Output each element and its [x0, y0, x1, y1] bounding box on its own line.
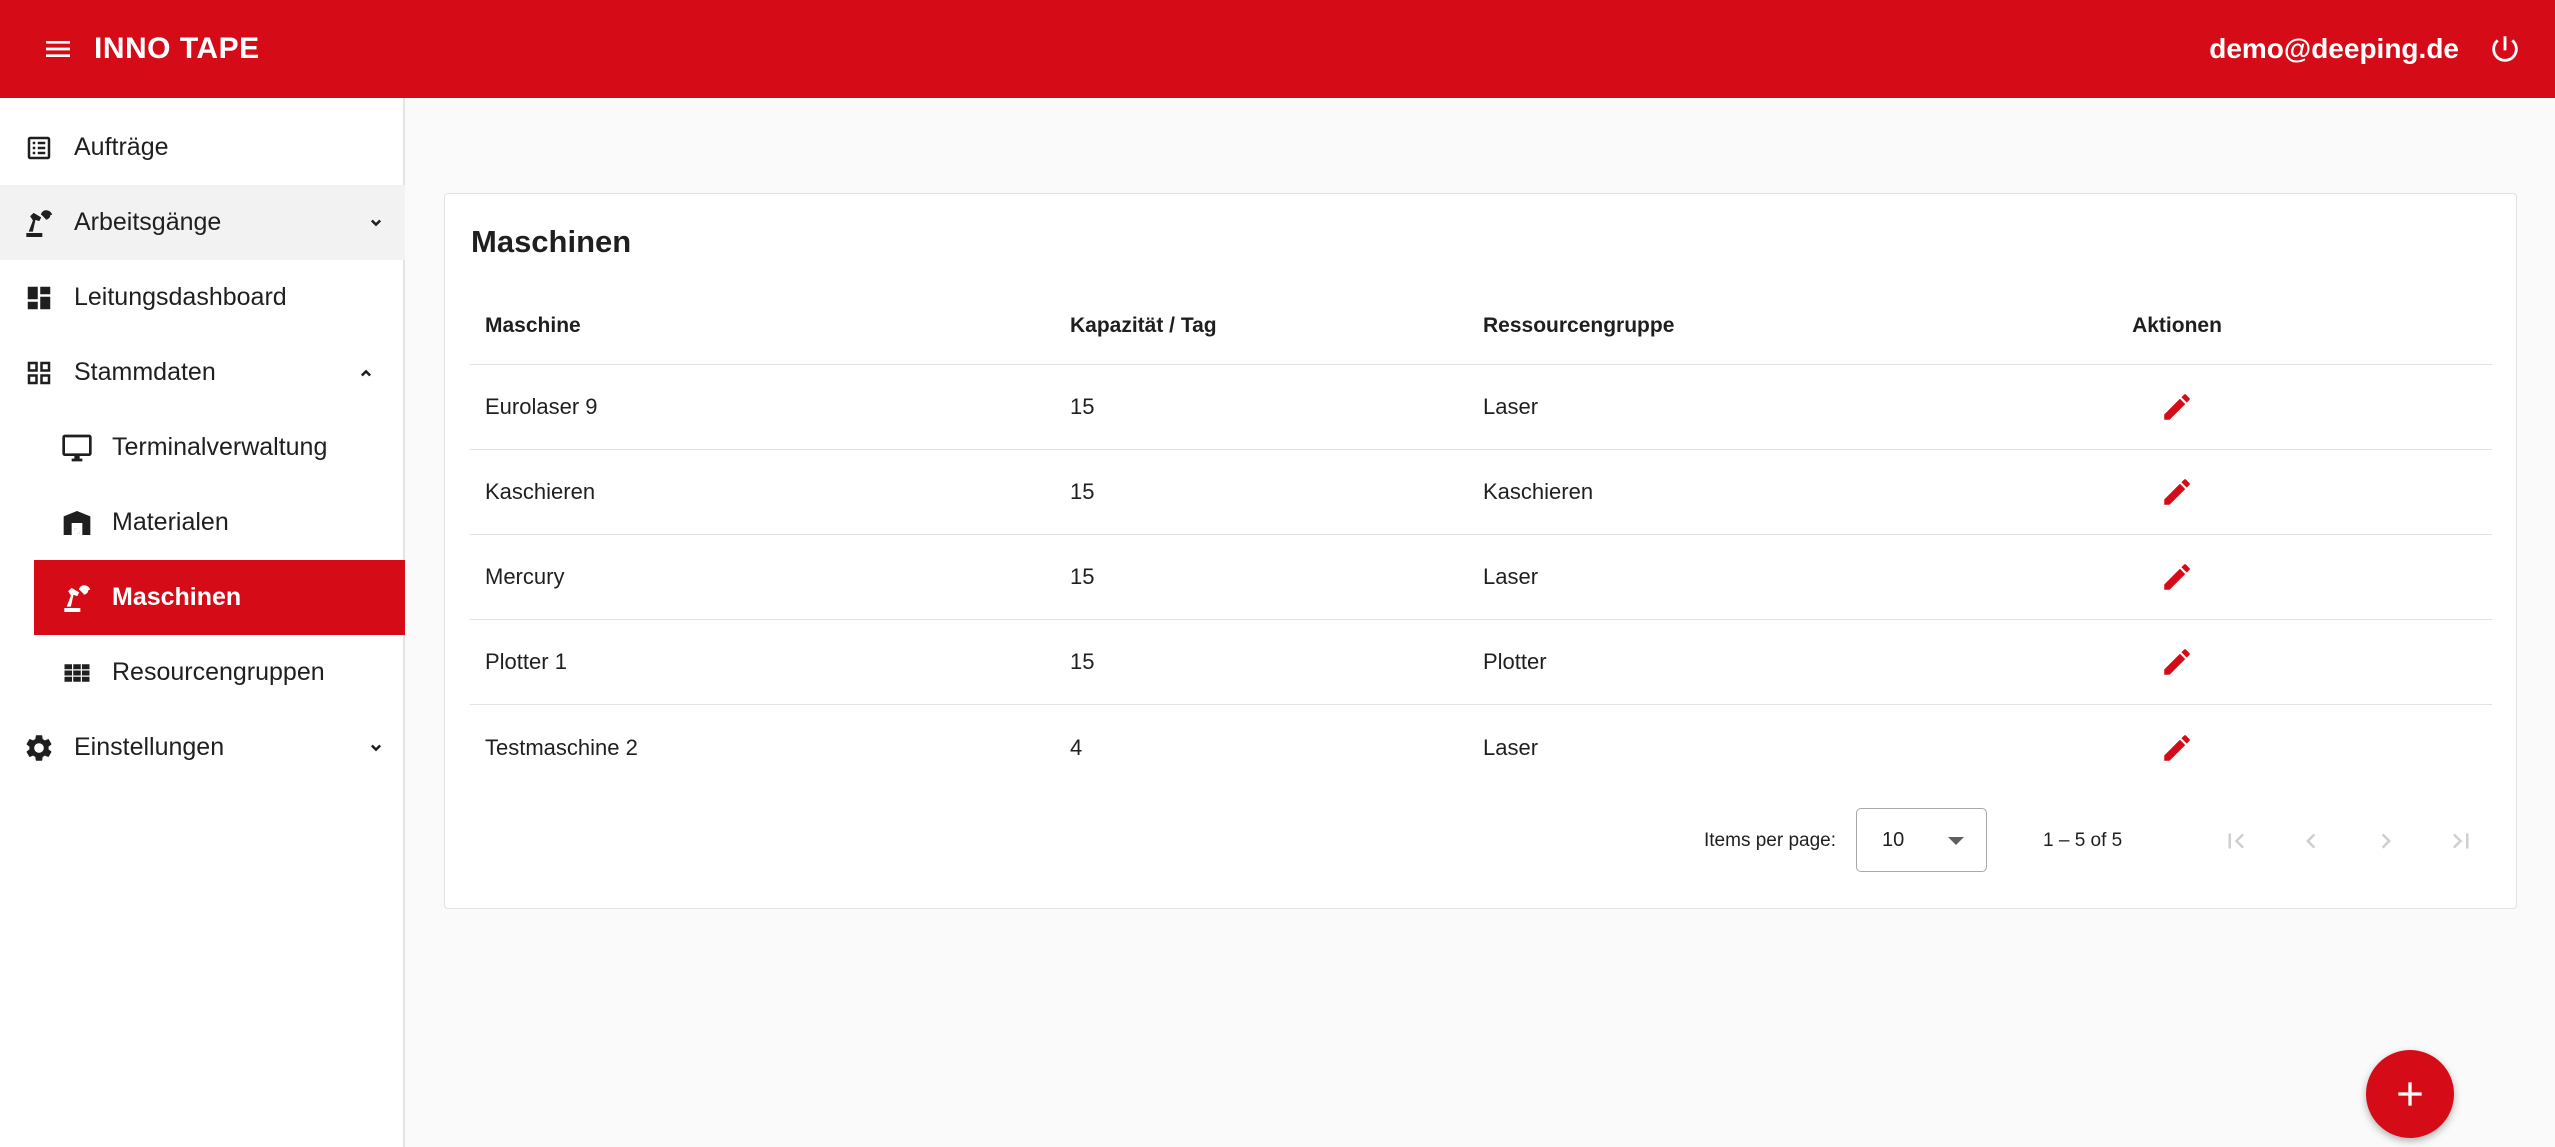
cell-maschine: Eurolaser 9	[485, 394, 598, 419]
top-app-bar: INNO TAPE demo@deeping.de	[0, 0, 2555, 98]
monitor-icon	[60, 431, 94, 465]
column-header-ressourcengruppe[interactable]: Ressourcengruppe	[1483, 314, 1674, 338]
cell-maschine: Plotter 1	[485, 649, 567, 674]
sidebar-nav: Aufträge Arbeitsgänge Leitungsdashboard …	[0, 98, 405, 1147]
apps-icon	[60, 656, 94, 690]
robot-arm-icon	[22, 206, 56, 240]
table-row: Kaschieren 15 Kaschieren	[470, 450, 2492, 535]
cell-ressourcengruppe: Kaschieren	[1483, 479, 1594, 504]
sidebar-item-arbeitsgaenge[interactable]: Arbeitsgänge	[0, 185, 405, 260]
sidebar-item-terminalverwaltung[interactable]: Terminalverwaltung	[34, 410, 405, 485]
cell-kapazitaet: 15	[1070, 394, 1095, 419]
cell-maschine: Mercury	[485, 564, 565, 589]
pencil-icon	[2164, 564, 2190, 590]
cell-ressourcengruppe: Laser	[1483, 564, 1539, 589]
sidebar-item-leitungsdashboard[interactable]: Leitungsdashboard	[0, 260, 405, 335]
cell-kapazitaet: 15	[1070, 479, 1095, 504]
logout-button[interactable]	[2477, 21, 2533, 77]
table-row: Plotter 1 15 Plotter	[470, 620, 2492, 705]
add-machine-button[interactable]	[2366, 1050, 2454, 1138]
first-page-button[interactable]	[2211, 816, 2261, 866]
cell-maschine: Testmaschine 2	[485, 734, 638, 760]
grid-icon	[22, 356, 56, 390]
edit-button[interactable]	[2153, 553, 2201, 601]
app-title: INNO TAPE	[94, 32, 260, 65]
sidebar-item-label: Maschinen	[112, 583, 242, 611]
table-row: Eurolaser 9 15 Laser	[470, 365, 2492, 450]
sidebar-item-stammdaten[interactable]: Stammdaten	[0, 335, 405, 410]
chevron-left-icon	[2306, 833, 2316, 849]
list-icon	[22, 131, 56, 165]
next-page-button[interactable]	[2361, 816, 2411, 866]
sidebar-item-label: Einstellungen	[74, 733, 225, 761]
page-title: Maschinen	[471, 224, 632, 259]
sidebar-item-einstellungen[interactable]: Einstellungen	[0, 710, 405, 785]
sidebar-item-label: Leitungsdashboard	[74, 283, 287, 311]
sidebar-item-auftraege[interactable]: Aufträge	[0, 110, 405, 185]
cell-ressourcengruppe: Plotter	[1483, 649, 1547, 674]
robot-arm-icon	[60, 581, 94, 615]
sidebar-item-label: Materialen	[112, 508, 229, 536]
gear-icon	[22, 731, 56, 765]
pencil-icon	[2164, 649, 2190, 675]
cell-ressourcengruppe: Laser	[1483, 394, 1539, 419]
dashboard-icon	[22, 281, 56, 315]
sidebar-item-label: Arbeitsgänge	[74, 208, 222, 236]
cell-maschine: Kaschieren	[485, 479, 596, 504]
power-icon	[2492, 36, 2518, 62]
table-row: Testmaschine 2 4 Laser	[470, 705, 2492, 790]
chevron-up-icon	[355, 362, 377, 384]
page-range-label: 1 – 5 of 5	[2043, 830, 2123, 851]
sidebar-item-materialen[interactable]: Materialen	[34, 485, 405, 560]
page-size-select[interactable]: 10	[1856, 808, 1987, 872]
edit-button[interactable]	[2153, 468, 2201, 516]
sidebar-item-label: Aufträge	[74, 133, 169, 161]
sidebar-item-label: Stammdaten	[74, 358, 216, 386]
machines-card: Maschinen Maschine Kapazität / Tag Resso…	[444, 193, 2517, 909]
cell-ressourcengruppe: Laser	[1483, 734, 1539, 760]
cell-kapazitaet: 4	[1070, 734, 1083, 760]
first-page-icon	[2228, 833, 2245, 849]
user-email: demo@deeping.de	[2209, 33, 2459, 64]
table-header-row: Maschine Kapazität / Tag Ressourcengrupp…	[470, 288, 2492, 365]
sidebar-item-resourcengruppen[interactable]: Resourcengruppen	[34, 635, 405, 710]
last-page-button[interactable]	[2436, 816, 2486, 866]
table-row: Mercury 15 Laser	[470, 535, 2492, 620]
column-header-kapazitaet[interactable]: Kapazität / Tag	[1070, 314, 1217, 338]
chevron-down-icon	[365, 737, 387, 759]
column-header-aktionen: Aktionen	[2132, 314, 2222, 337]
sidebar-item-label: Resourcengruppen	[112, 658, 325, 686]
previous-page-button[interactable]	[2286, 816, 2336, 866]
edit-button[interactable]	[2153, 638, 2201, 686]
cell-kapazitaet: 15	[1070, 649, 1095, 674]
pencil-icon	[2164, 734, 2190, 761]
page-size-value: 10	[1882, 828, 1905, 851]
edit-button[interactable]	[2153, 383, 2201, 431]
cell-kapazitaet: 15	[1070, 564, 1095, 589]
pencil-icon	[2164, 479, 2190, 505]
last-page-icon	[2452, 833, 2469, 849]
menu-icon	[46, 41, 70, 57]
sidebar-item-label: Terminalverwaltung	[112, 433, 328, 461]
menu-button[interactable]	[28, 19, 88, 79]
edit-button[interactable]	[2153, 724, 2201, 772]
items-per-page-label: Items per page:	[1704, 830, 1837, 851]
chevron-right-icon	[2381, 833, 2391, 849]
machines-table: Maschine Kapazität / Tag Ressourcengrupp…	[470, 288, 2492, 790]
warehouse-icon	[60, 506, 94, 540]
column-header-maschine[interactable]: Maschine	[485, 314, 581, 338]
dropdown-arrow-icon	[1948, 837, 1964, 845]
plus-icon	[2398, 1082, 2422, 1106]
chevron-down-icon	[365, 212, 387, 234]
pencil-icon	[2164, 394, 2190, 420]
sidebar-item-maschinen[interactable]: Maschinen	[34, 560, 405, 635]
